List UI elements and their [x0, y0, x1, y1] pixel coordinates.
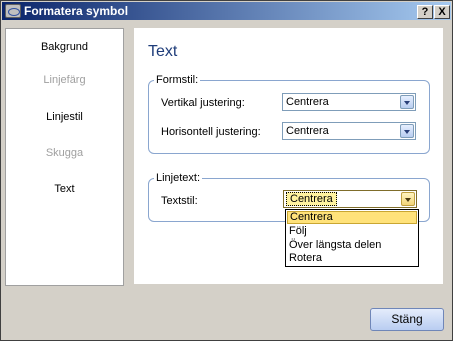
nav-item-linjefarg: Linjefärg	[43, 74, 86, 86]
close-button[interactable]: X	[434, 5, 450, 19]
vertikal-justering-value: Centrera	[286, 96, 329, 108]
nav-item-text[interactable]: Text	[6, 183, 123, 195]
vertikal-justering-select[interactable]: Centrera	[282, 93, 416, 111]
horisontell-justering-value: Centrera	[286, 125, 329, 137]
close-dialog-button[interactable]: Stäng	[370, 308, 444, 331]
nav-item-bakgrund[interactable]: Bakgrund	[6, 41, 123, 53]
category-list: Bakgrund Linjefärg Linjestil Skugga Text	[5, 28, 124, 286]
dropdown-option-centrera[interactable]: Centrera	[287, 211, 417, 224]
dropdown-option-rotera[interactable]: Rotera	[287, 252, 417, 265]
chevron-down-icon[interactable]	[400, 124, 414, 138]
textstil-label: Textstil:	[161, 195, 198, 207]
page-title: Text	[148, 43, 178, 60]
formstil-group: Formstil:	[148, 74, 430, 154]
textstil-value: Centrera	[286, 192, 337, 206]
chevron-down-icon[interactable]	[400, 95, 414, 109]
dropdown-option-folj[interactable]: Följ	[287, 225, 417, 238]
help-button[interactable]: ?	[417, 5, 433, 19]
dropdown-option-over-langsta-delen[interactable]: Över längsta delen	[287, 239, 417, 252]
vertikal-justering-label: Vertikal justering:	[161, 97, 245, 109]
textstil-dropdown-list: Centrera Följ Över längsta delen Rotera	[285, 209, 419, 267]
window-title: Formatera symbol	[24, 4, 129, 18]
nav-item-linjestil[interactable]: Linjestil	[6, 111, 123, 123]
textstil-select[interactable]: Centrera	[283, 190, 417, 208]
nav-item-skugga: Skugga	[45, 147, 84, 159]
horisontell-justering-label: Horisontell justering:	[161, 126, 261, 138]
title-bar[interactable]: Formatera symbol ? X	[2, 2, 451, 20]
formstil-group-label: Formstil:	[154, 74, 201, 86]
app-icon	[5, 4, 21, 18]
linjetext-group-label: Linjetext:	[154, 172, 203, 184]
horisontell-justering-select[interactable]: Centrera	[282, 122, 416, 140]
chevron-down-icon[interactable]	[401, 192, 415, 206]
dialog-window: Formatera symbol ? X Bakgrund Linjefärg …	[0, 0, 453, 341]
